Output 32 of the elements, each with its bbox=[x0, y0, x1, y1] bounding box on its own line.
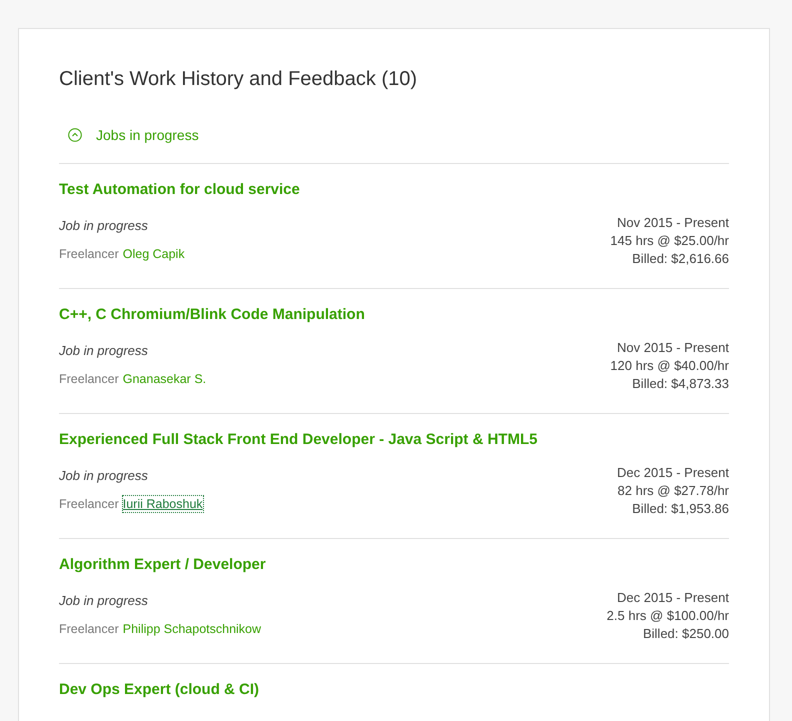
job-title-link[interactable]: Dev Ops Expert (cloud & CI) bbox=[59, 680, 729, 700]
job-period: Nov 2015 - Present bbox=[616, 339, 729, 357]
section-toggle[interactable]: Jobs in progress bbox=[59, 125, 199, 145]
job-rate: 145 hrs @ $25.00/hr bbox=[610, 232, 729, 250]
freelancer-label: Freelancer bbox=[59, 246, 119, 262]
job-status: Job in progress bbox=[59, 592, 149, 610]
billed-amount: Billed: $2,616.66 bbox=[632, 250, 729, 268]
job-rate: 120 hrs @ $40.00/hr bbox=[610, 357, 729, 375]
job-rate: 82 hrs @ $27.78/hr bbox=[618, 482, 729, 500]
job-period: Dec 2015 - Present bbox=[616, 589, 729, 607]
job-title-link[interactable]: Algorithm Expert / Developer bbox=[59, 555, 729, 575]
job-rate: 2.5 hrs @ $100.00/hr bbox=[606, 607, 729, 625]
job-status: Job in progress bbox=[59, 217, 149, 235]
page-title: Client's Work History and Feedback (10) bbox=[59, 67, 418, 92]
job-period: Dec 2015 - Present bbox=[616, 464, 729, 482]
freelancer-link[interactable]: Gnanasekar S. bbox=[122, 371, 206, 387]
job-title-link[interactable]: Test Automation for cloud service bbox=[59, 180, 729, 200]
job-status: Job in progress bbox=[59, 467, 149, 485]
freelancer-link[interactable]: Philipp Schapotschnikow bbox=[122, 621, 262, 637]
freelancer-link[interactable]: Iurii Raboshuk bbox=[122, 496, 203, 512]
freelancer-label: Freelancer bbox=[59, 621, 119, 637]
billed-amount: Billed: $1,953.86 bbox=[632, 500, 729, 518]
freelancer-label: Freelancer bbox=[59, 371, 119, 387]
chevron-up-icon bbox=[68, 128, 82, 142]
billed-amount: Billed: $250.00 bbox=[642, 625, 729, 643]
job-period: Nov 2015 - Present bbox=[616, 214, 729, 232]
freelancer-label: Freelancer bbox=[59, 496, 119, 512]
job-status: Job in progress bbox=[59, 342, 149, 360]
freelancer-link[interactable]: Oleg Capik bbox=[122, 246, 185, 262]
billed-amount: Billed: $4,873.33 bbox=[632, 375, 729, 393]
job-title-link[interactable]: C++, C Chromium/Blink Code Manipulation bbox=[59, 305, 729, 325]
job-title-link[interactable]: Experienced Full Stack Front End Developer - Java Script & HTML5 bbox=[59, 430, 729, 450]
